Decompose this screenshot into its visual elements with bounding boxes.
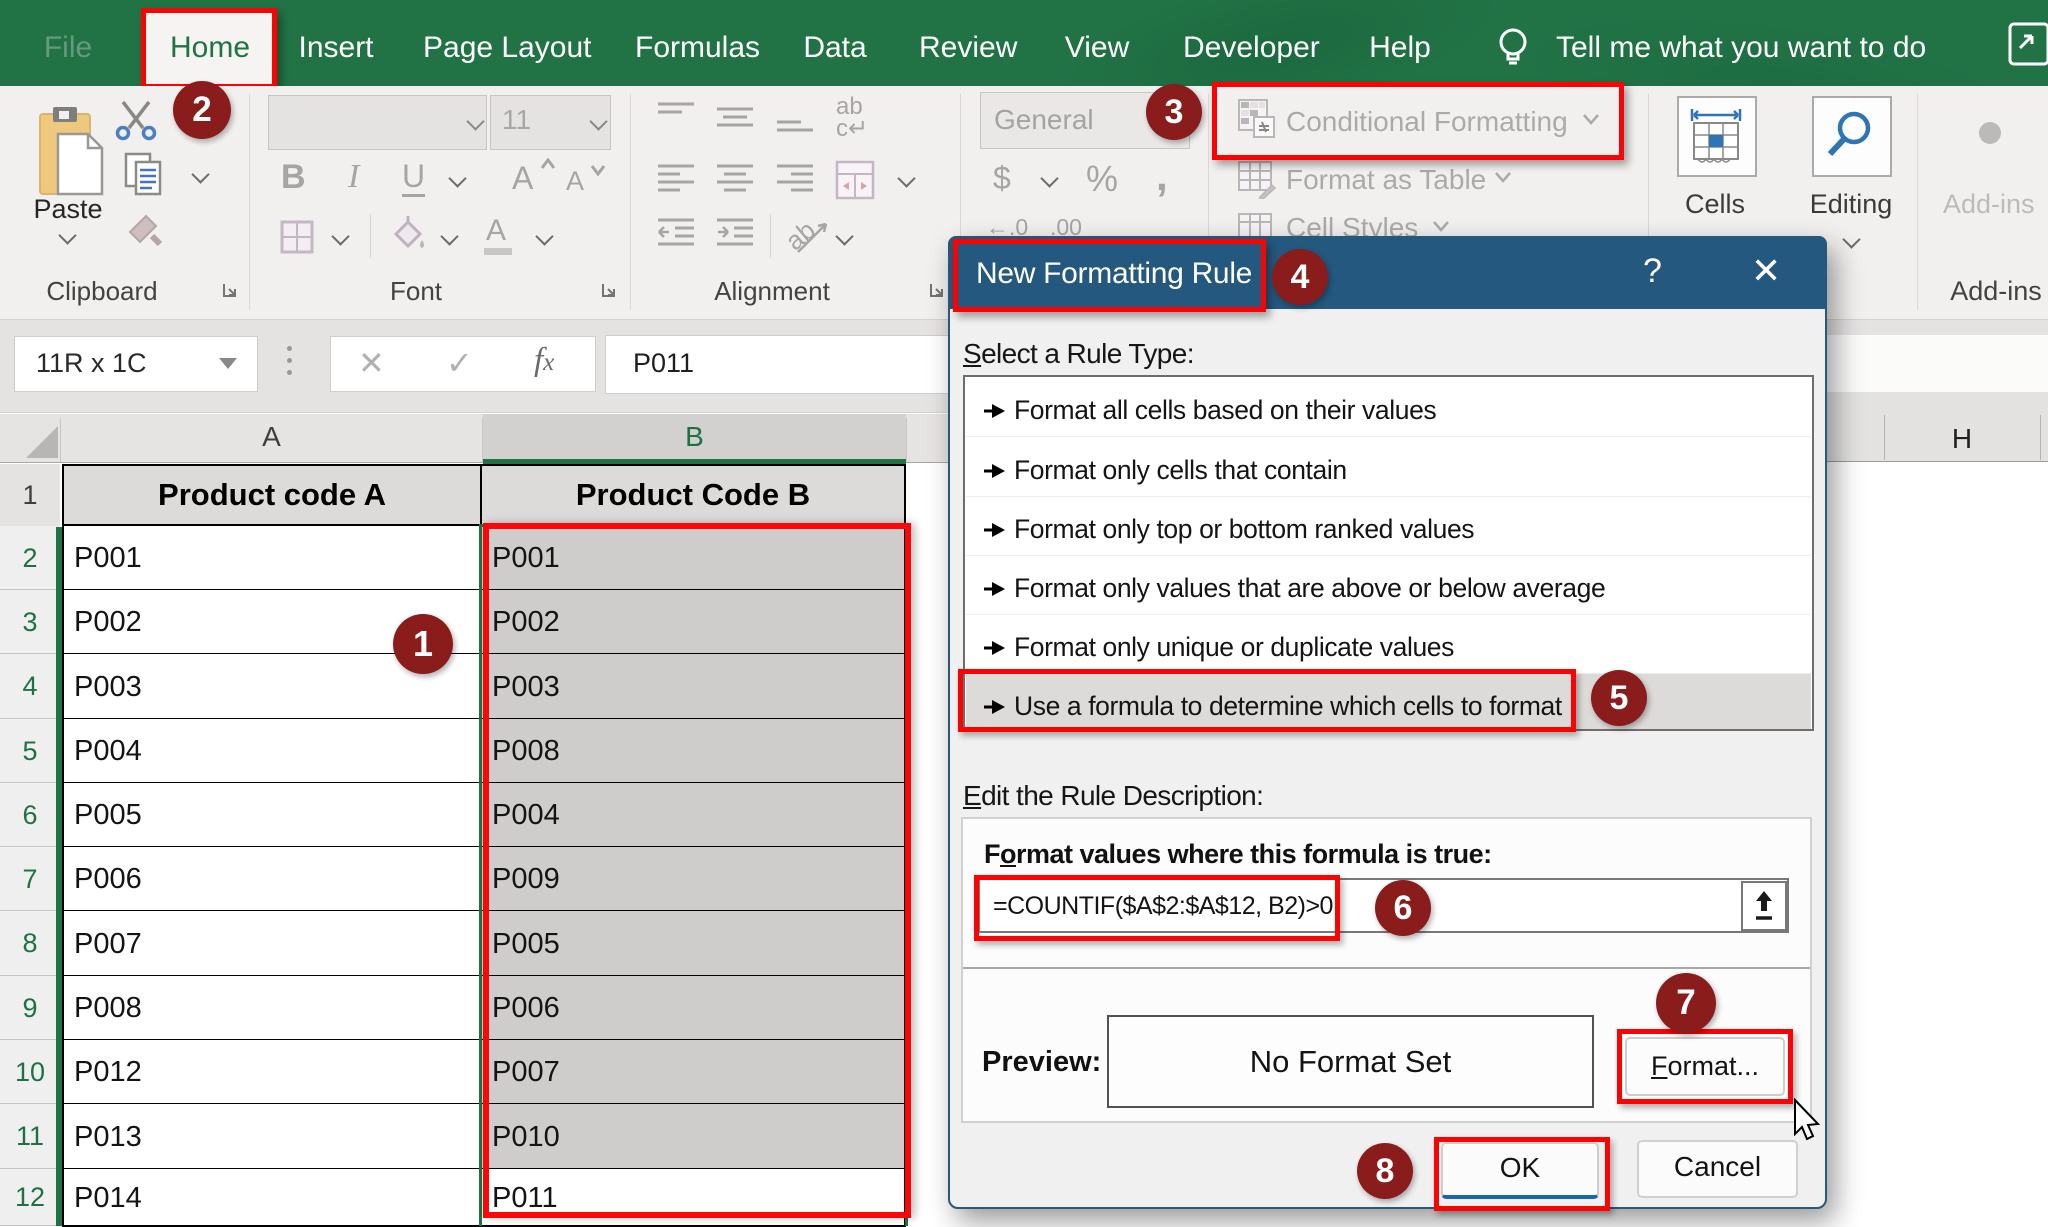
svg-text:ab: ab	[788, 216, 821, 256]
